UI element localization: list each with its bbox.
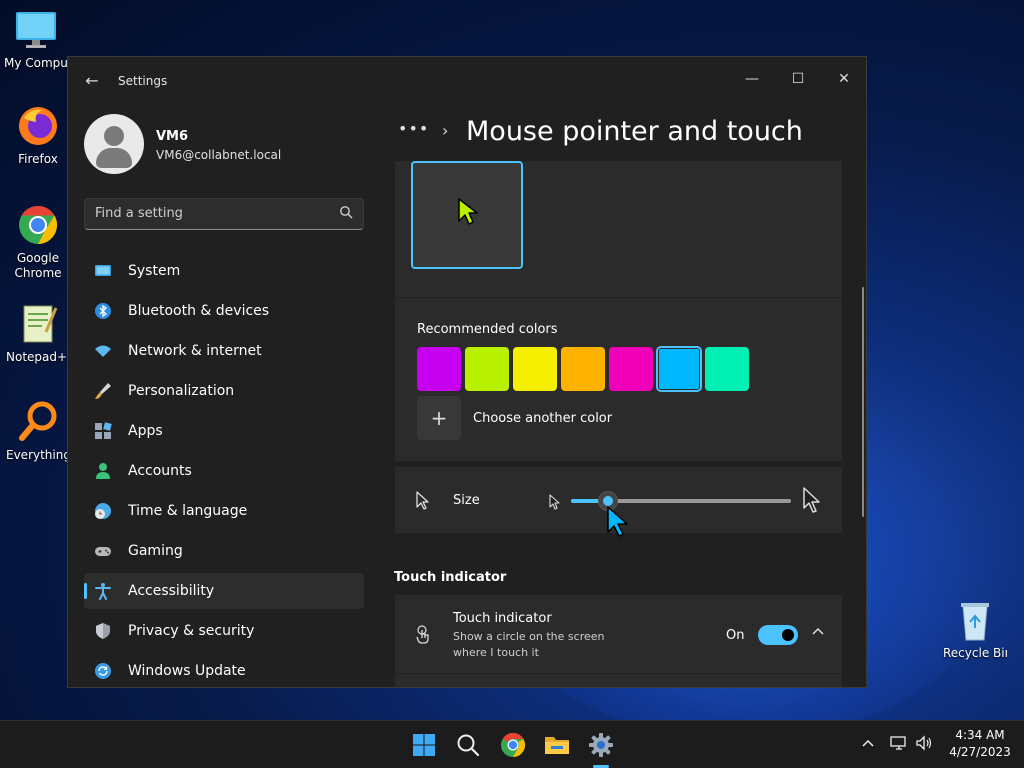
app-title: Settings bbox=[118, 74, 168, 88]
next-setting-card bbox=[395, 674, 842, 687]
windows-logo-icon bbox=[413, 734, 435, 756]
color-swatch[interactable] bbox=[656, 346, 702, 392]
pointer-cursor-icon bbox=[458, 198, 478, 225]
network-icon[interactable] bbox=[890, 735, 908, 755]
small-pointer-icon bbox=[549, 494, 560, 510]
bluetooth-icon bbox=[94, 302, 112, 320]
recycle-bin-icon bbox=[953, 598, 997, 642]
notepad-plus-plus-icon bbox=[16, 302, 60, 346]
globe-clock-icon bbox=[94, 502, 112, 520]
accessibility-icon bbox=[94, 582, 112, 600]
monitor-icon bbox=[94, 262, 112, 280]
gear-icon bbox=[589, 733, 613, 757]
choose-another-color-label[interactable]: Choose another color bbox=[473, 411, 612, 426]
back-arrow-icon[interactable]: ← bbox=[82, 71, 102, 91]
magnifier-icon bbox=[16, 400, 60, 444]
search-icon[interactable] bbox=[339, 205, 353, 223]
shield-icon bbox=[94, 622, 112, 640]
sidebar-item-privacy-security[interactable]: Privacy & security bbox=[84, 613, 364, 649]
active-indicator bbox=[84, 583, 87, 599]
taskbar-file-explorer-button[interactable] bbox=[543, 731, 571, 759]
sidebar-item-accessibility[interactable]: Accessibility bbox=[84, 573, 364, 609]
chevron-up-icon[interactable] bbox=[812, 626, 824, 641]
color-swatch[interactable] bbox=[417, 347, 461, 391]
taskbar-settings-button[interactable] bbox=[587, 731, 615, 759]
desktop-icon-notepad-plus-plus[interactable]: Notepad++ bbox=[6, 302, 70, 365]
touch-indicator-toggle[interactable] bbox=[758, 625, 798, 645]
search-placeholder: Find a setting bbox=[95, 206, 183, 221]
update-icon bbox=[94, 662, 112, 680]
desktop-icon-chrome[interactable]: Google Chrome bbox=[6, 203, 70, 281]
clock-time[interactable]: 4:34 AM bbox=[940, 728, 1020, 742]
color-swatch[interactable] bbox=[705, 347, 749, 391]
color-swatch[interactable] bbox=[561, 347, 605, 391]
color-swatch[interactable] bbox=[465, 347, 509, 391]
content-scrollbar[interactable] bbox=[862, 287, 864, 517]
firefox-icon bbox=[16, 104, 60, 148]
chrome-icon bbox=[501, 733, 526, 757]
search-icon bbox=[457, 734, 480, 757]
color-swatch[interactable] bbox=[609, 347, 653, 391]
desktop-icon-everything[interactable]: Everything bbox=[6, 400, 70, 463]
touch-hand-icon bbox=[416, 625, 429, 644]
desktop-icon-my-computer[interactable]: My Computer bbox=[4, 8, 68, 71]
taskbar bbox=[0, 720, 1024, 768]
taskbar-search-button[interactable] bbox=[454, 731, 482, 759]
large-pointer-icon bbox=[803, 487, 820, 513]
add-color-button[interactable]: + bbox=[417, 396, 461, 440]
folder-icon bbox=[545, 737, 569, 754]
show-hidden-icons-chevron-icon[interactable] bbox=[861, 737, 875, 752]
clock-date[interactable]: 4/27/2023 bbox=[940, 745, 1020, 759]
sidebar-item-bluetooth[interactable]: Bluetooth & devices bbox=[84, 293, 364, 329]
touch-indicator-state: On bbox=[726, 628, 745, 643]
color-swatch[interactable] bbox=[513, 347, 557, 391]
touch-indicator-section-heading: Touch indicator bbox=[394, 570, 507, 585]
desktop-icon-firefox[interactable]: Firefox bbox=[6, 104, 70, 167]
chrome-icon bbox=[16, 203, 60, 247]
touch-indicator-description: Show a circle on the screen where I touc… bbox=[453, 630, 605, 659]
desktop-icon-recycle-bin[interactable]: Recycle Bin bbox=[943, 598, 1007, 661]
profile-email: VM6@collabnet.local bbox=[156, 148, 282, 162]
settings-window: ← Settings — ☐ ✕ VM6 VM6@collabnet.local… bbox=[67, 56, 867, 688]
pointer-style-custom-tile[interactable] bbox=[411, 161, 523, 269]
apps-icon bbox=[94, 422, 112, 440]
brush-icon bbox=[94, 382, 112, 400]
minimize-button[interactable]: — bbox=[730, 63, 774, 95]
page-title: Mouse pointer and touch bbox=[466, 116, 803, 147]
search-input[interactable]: Find a setting bbox=[84, 198, 364, 230]
wifi-icon bbox=[94, 342, 112, 360]
profile-name: VM6 bbox=[156, 129, 189, 144]
sidebar-item-system[interactable]: System bbox=[84, 253, 364, 289]
close-button[interactable]: ✕ bbox=[822, 63, 866, 95]
sidebar-item-network[interactable]: Network & internet bbox=[84, 333, 364, 369]
avatar[interactable] bbox=[84, 114, 144, 174]
breadcrumb-more-button[interactable]: ••• bbox=[398, 119, 429, 138]
gamepad-icon bbox=[94, 542, 112, 560]
recommended-colors-label: Recommended colors bbox=[417, 322, 558, 337]
sidebar-item-gaming[interactable]: Gaming bbox=[84, 533, 364, 569]
sidebar-item-windows-update[interactable]: Windows Update bbox=[84, 653, 364, 687]
monitor-icon bbox=[14, 8, 58, 52]
sidebar-item-accounts[interactable]: Accounts bbox=[84, 453, 364, 489]
person-icon bbox=[94, 462, 112, 480]
touch-indicator-title: Touch indicator bbox=[453, 611, 552, 626]
volume-icon[interactable] bbox=[915, 735, 933, 755]
sidebar-item-apps[interactable]: Apps bbox=[84, 413, 364, 449]
size-pointer-icon bbox=[416, 491, 429, 510]
breadcrumb-separator: › bbox=[442, 121, 449, 140]
sidebar-item-time-language[interactable]: Time & language bbox=[84, 493, 364, 529]
mouse-cursor-icon bbox=[607, 506, 628, 537]
taskbar-chrome-button[interactable] bbox=[499, 731, 527, 759]
maximize-button[interactable]: ☐ bbox=[776, 63, 820, 95]
sidebar-item-personalization[interactable]: Personalization bbox=[84, 373, 364, 409]
size-label: Size bbox=[453, 493, 480, 508]
title-bar: ← Settings — ☐ ✕ bbox=[68, 57, 866, 105]
start-button[interactable] bbox=[410, 731, 438, 759]
